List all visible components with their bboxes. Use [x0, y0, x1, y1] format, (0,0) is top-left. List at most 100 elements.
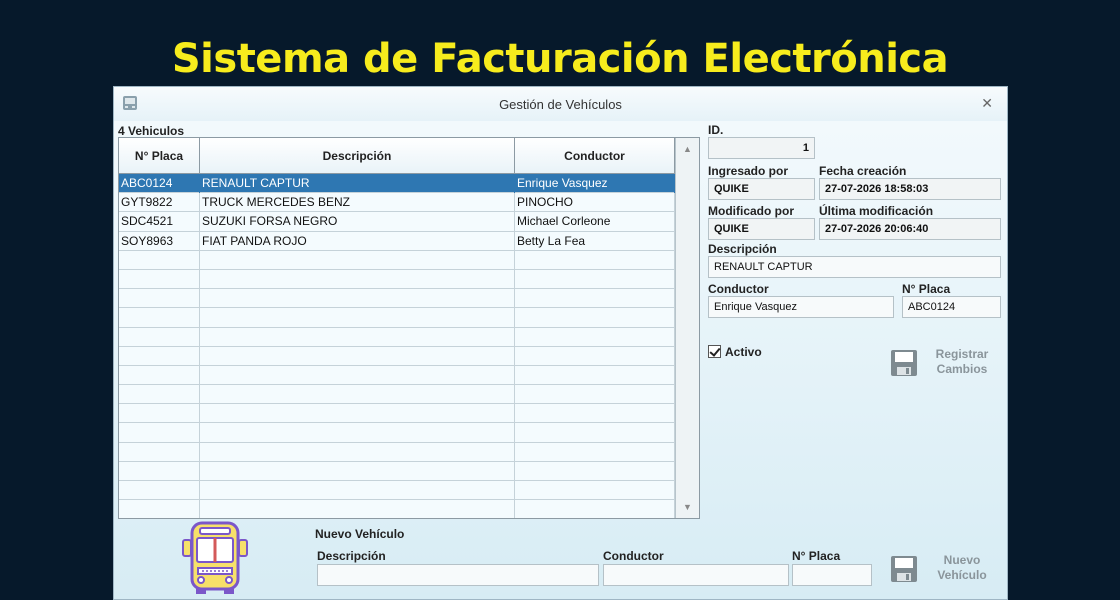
table-row[interactable]: SDC4521 SUZUKI FORSA NEGRO Michael Corleon… [119, 212, 675, 232]
table-cell-descripcion [200, 385, 515, 405]
registrar-cambios-button[interactable]: Registrar Cambios [890, 343, 1000, 387]
ingresado-label: Ingresado por [708, 164, 789, 178]
table-row[interactable] [119, 461, 675, 481]
table-cell-conductor [515, 250, 675, 270]
table-row[interactable]: SOY8963 FIAT PANDA ROJO Betty La Fea [119, 231, 675, 251]
table-cell-placa [119, 269, 200, 289]
table-cell-conductor: Enrique Vasquez [515, 174, 675, 193]
table-cell-placa: SOY8963 [119, 231, 200, 251]
page-title: Sistema de Facturación Electrónica [171, 36, 949, 82]
table-cell-conductor: Michael Corleone [515, 212, 675, 232]
table-row[interactable]: ABC0124 RENAULT CAPTUR Enrique Vasquez [119, 174, 675, 194]
table-cell-descripcion [200, 442, 515, 462]
ingresado-field[interactable]: QUIKE [708, 178, 815, 200]
table-cell-placa [119, 250, 200, 270]
nuevo-vehiculo-button[interactable]: Nuevo Vehículo [890, 549, 1000, 593]
table-cell-conductor [515, 442, 675, 462]
table-cell-placa [119, 365, 200, 385]
nuevo-line: Nuevo [943, 553, 981, 567]
table-cell-placa [119, 442, 200, 462]
descripcion-input[interactable]: RENAULT CAPTUR [708, 256, 1001, 278]
table-cell-placa [119, 385, 200, 405]
table-row[interactable] [119, 404, 675, 424]
bus-icon [182, 521, 248, 594]
descripcion-label: Descripción [708, 242, 777, 256]
table-row[interactable] [119, 481, 675, 501]
table-cell-descripcion [200, 269, 515, 289]
modificado-label: Modificado por [708, 204, 794, 218]
nuevo-vehiculo-title: Nuevo Vehículo [315, 527, 405, 541]
id-field[interactable]: 1 [708, 137, 815, 159]
table-cell-descripcion: FIAT PANDA ROJO [200, 231, 515, 251]
table-cell-placa [119, 461, 200, 481]
table-cell-descripcion [200, 289, 515, 309]
table-cell-placa: SDC4521 [119, 212, 200, 232]
table-cell-conductor [515, 404, 675, 424]
table-cell-descripcion [200, 481, 515, 500]
registrar-line: Registrar [935, 347, 989, 361]
floppy-disk-icon [891, 556, 917, 582]
ultima-modificacion-label: Última modificación [819, 204, 934, 218]
vehicle-table[interactable]: N° Placa Descripción Conductor ABC0124 RE… [118, 137, 700, 519]
scroll-down-icon[interactable]: ▼ [676, 496, 699, 518]
fecha-creacion-field[interactable]: 27-07-2026 18:58:03 [819, 178, 1001, 200]
table-cell-placa [119, 308, 200, 328]
table-cell-descripcion [200, 365, 515, 385]
table-row[interactable] [119, 308, 675, 328]
window-titlebar: Gestión de Vehículos ✕ [114, 87, 1007, 121]
table-cell-placa [119, 423, 200, 443]
table-cell-descripcion: TRUCK MERCEDES BENZ [200, 193, 515, 213]
table-cell-placa [119, 481, 200, 500]
table-cell-conductor [515, 308, 675, 328]
table-cell-descripcion [200, 423, 515, 443]
table-row[interactable] [119, 365, 675, 386]
table-row[interactable] [119, 250, 675, 270]
id-label: ID. [708, 123, 724, 137]
table-cell-conductor [515, 481, 675, 500]
vehiculo-line: Vehículo [937, 568, 987, 582]
table-cell-conductor: PINOCHO [515, 193, 675, 213]
table-header: N° Placa Descripción Conductor [119, 138, 675, 174]
placa-label: N° Placa [902, 282, 951, 296]
table-cell-placa [119, 404, 200, 424]
column-header-placa[interactable]: N° Placa [119, 138, 200, 174]
table-row[interactable] [119, 442, 675, 462]
table-row[interactable] [119, 289, 675, 309]
activo-label: Activo [725, 345, 762, 359]
floppy-disk-icon [891, 350, 917, 376]
activo-checkbox-box[interactable] [708, 345, 721, 358]
table-row[interactable]: GYT9822 TRUCK MERCEDES BENZ PINOCHO [119, 193, 675, 213]
table-row[interactable] [119, 385, 675, 405]
table-cell-conductor [515, 289, 675, 309]
nuevo-descripcion-input[interactable] [317, 564, 599, 586]
close-icon[interactable]: ✕ [981, 95, 993, 112]
nuevo-placa-label: N° Placa [792, 549, 841, 563]
table-cell-placa [119, 289, 200, 309]
nuevo-conductor-input[interactable] [603, 564, 789, 586]
nuevo-placa-input[interactable] [792, 564, 872, 586]
scroll-up-icon[interactable]: ▲ [676, 138, 699, 160]
table-cell-conductor [515, 346, 675, 366]
table-cell-conductor [515, 385, 675, 405]
nuevo-conductor-label: Conductor [603, 549, 664, 563]
table-cell-descripcion [200, 404, 515, 424]
window-title: Gestión de Vehículos [499, 97, 622, 112]
conductor-input[interactable]: Enrique Vasquez [708, 296, 894, 318]
table-cell-descripcion [200, 308, 515, 328]
placa-input[interactable]: ABC0124 [902, 296, 1001, 318]
column-header-descripcion[interactable]: Descripción [200, 138, 515, 174]
table-row[interactable] [119, 346, 675, 366]
column-header-conductor[interactable]: Conductor [515, 138, 675, 174]
table-cell-descripcion: RENAULT CAPTUR [200, 174, 515, 193]
table-row[interactable] [119, 269, 675, 290]
table-cell-conductor [515, 327, 675, 347]
table-row[interactable] [119, 423, 675, 443]
table-row[interactable] [119, 500, 675, 518]
vehicle-management-window: Gestión de Vehículos ✕ 4 Vehiculos N° Pl… [113, 86, 1008, 600]
modificado-field[interactable]: QUIKE [708, 218, 815, 240]
fecha-creacion-label: Fecha creación [819, 164, 907, 178]
ultima-modificacion-field[interactable]: 27-07-2026 20:06:40 [819, 218, 1001, 240]
table-scrollbar[interactable]: ▲ ▼ [675, 138, 699, 518]
table-row[interactable] [119, 327, 675, 347]
nuevo-descripcion-label: Descripción [317, 549, 386, 563]
